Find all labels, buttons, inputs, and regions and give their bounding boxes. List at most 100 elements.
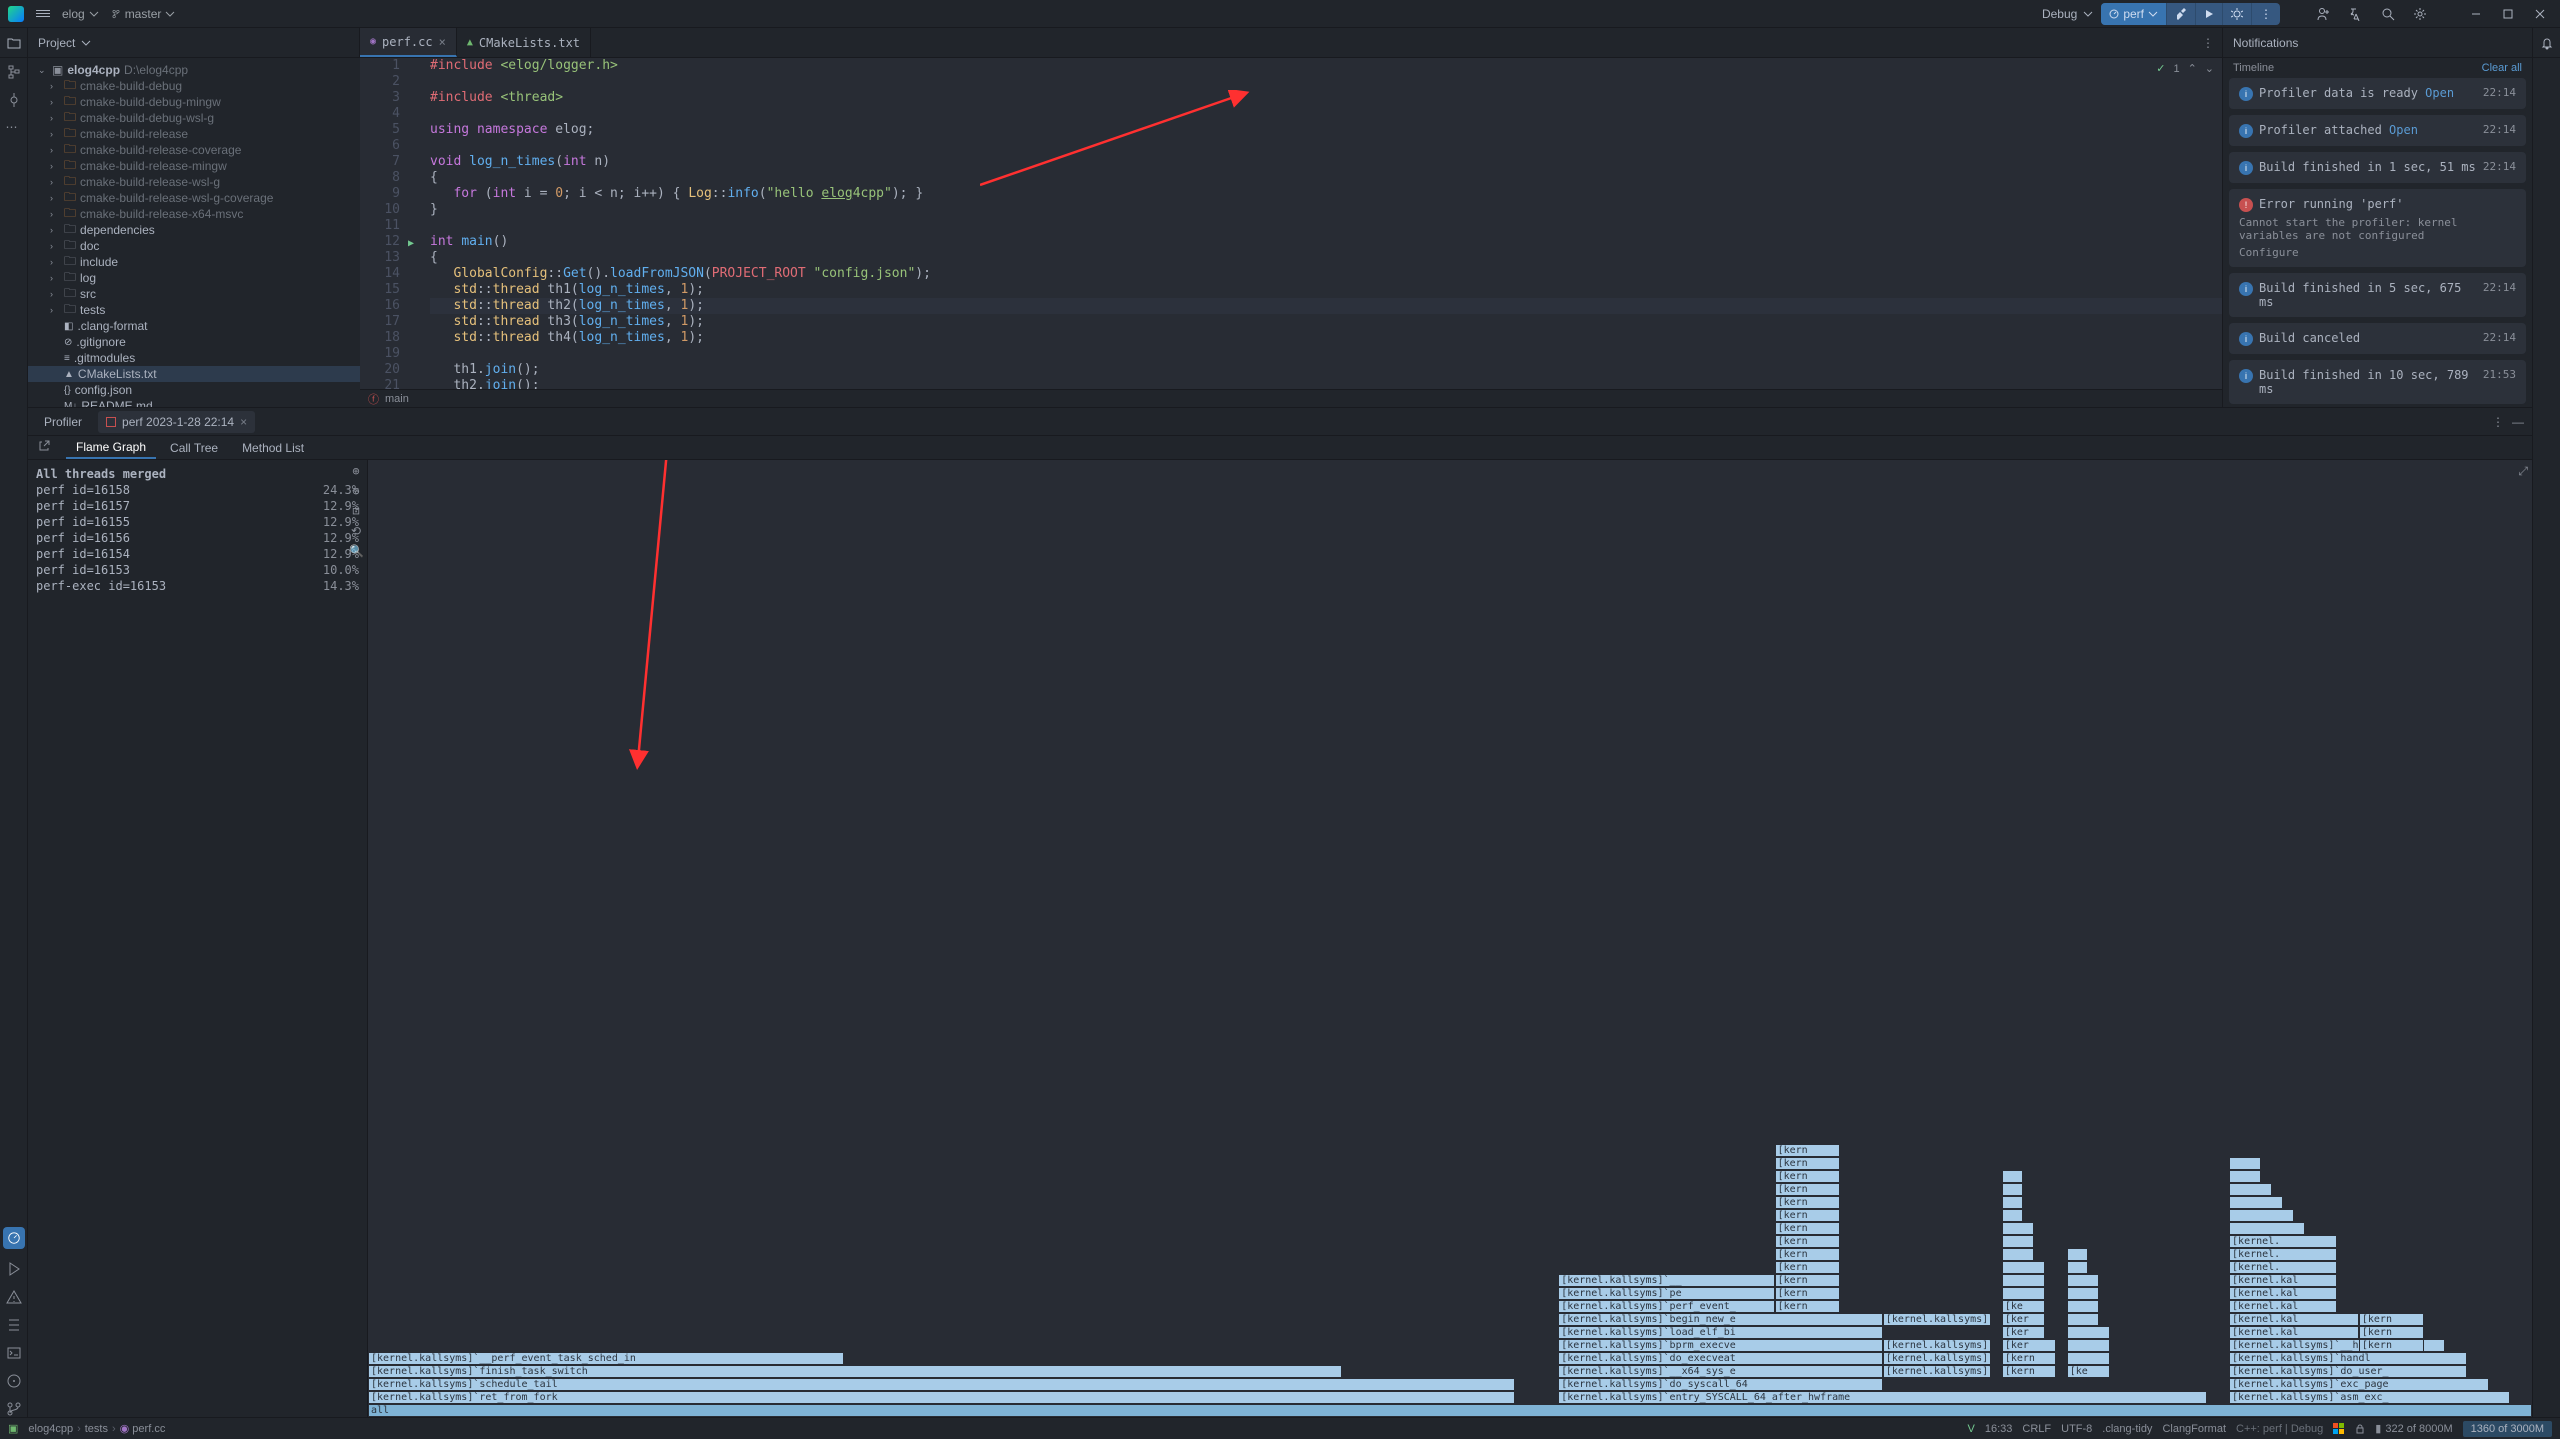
notification-link[interactable]: Open: [2425, 86, 2454, 100]
flame-frame[interactable]: [2067, 1287, 2099, 1300]
flame-frame[interactable]: [2002, 1261, 2045, 1274]
notification-link[interactable]: Open: [2389, 123, 2418, 137]
notification-item[interactable]: !Error running 'perf'Cannot start the pr…: [2229, 189, 2526, 267]
project-selector[interactable]: elog: [62, 7, 99, 21]
flame-frame[interactable]: [kern: [1775, 1222, 1840, 1235]
maximize-button[interactable]: [2496, 2, 2520, 26]
notification-item[interactable]: iProfiler data is ready Open22:14: [2229, 78, 2526, 109]
tree-row[interactable]: ›🗀include: [28, 254, 360, 270]
flame-frame[interactable]: [kernel.: [2229, 1261, 2337, 1274]
flame-frame[interactable]: [2002, 1170, 2024, 1183]
tree-row[interactable]: ≡.gitmodules: [28, 350, 360, 366]
tree-row[interactable]: ›🗀cmake-build-release-wsl-g-coverage: [28, 190, 360, 206]
notification-item[interactable]: iBuild finished in 10 sec, 789 ms21:53: [2229, 360, 2526, 404]
thread-row[interactable]: perf id=1615824.3%: [36, 482, 359, 498]
flame-frame[interactable]: [kernel.kallsyms]`pe: [1558, 1287, 1774, 1300]
close-icon[interactable]: ×: [240, 415, 247, 429]
tree-row[interactable]: ›🗀cmake-build-debug: [28, 78, 360, 94]
thread-row[interactable]: perf id=1615612.9%: [36, 530, 359, 546]
open-external-button[interactable]: [38, 440, 50, 455]
branch-selector[interactable]: master: [111, 7, 176, 21]
flame-frame[interactable]: [2229, 1196, 2283, 1209]
profiler-subtab[interactable]: Flame Graph: [66, 437, 156, 459]
flame-frame[interactable]: [2067, 1248, 2089, 1261]
flame-frame[interactable]: [2229, 1209, 2294, 1222]
flame-frame[interactable]: [kernel.kal: [2229, 1300, 2337, 1313]
problems-tool-button[interactable]: [6, 1289, 22, 1305]
code-with-me-button[interactable]: [2312, 2, 2336, 26]
flame-frame[interactable]: [2067, 1313, 2099, 1326]
flame-frame[interactable]: [2067, 1300, 2099, 1313]
notification-item[interactable]: iBuild finished in 1 sec, 51 ms22:14: [2229, 152, 2526, 183]
breadcrumb-seg[interactable]: tests: [85, 1423, 108, 1435]
clang-tidy-status[interactable]: .clang-tidy: [2102, 1423, 2152, 1435]
profiler-tab[interactable]: Profiler: [36, 411, 90, 433]
tree-row[interactable]: ›🗀cmake-build-release-coverage: [28, 142, 360, 158]
breadcrumb-seg[interactable]: elog4cpp: [28, 1423, 73, 1435]
flame-frame[interactable]: [ker: [2002, 1313, 2045, 1326]
flame-frame[interactable]: [kernel.kallsyms]`bprm_execve: [1558, 1339, 1883, 1352]
hide-panel-button[interactable]: —: [2512, 415, 2524, 429]
build-button[interactable]: [2167, 3, 2195, 25]
notification-item[interactable]: iBuild finished in 5 sec, 675 ms22:14: [2229, 273, 2526, 317]
breadcrumb-seg[interactable]: ◉ perf.cc: [120, 1422, 166, 1435]
tree-row[interactable]: {}config.json: [28, 382, 360, 398]
tree-row[interactable]: ›🗀doc: [28, 238, 360, 254]
code-editor[interactable]: ✓1 ⌃ ⌄ 123456789101112▶13141516171819202…: [360, 58, 2222, 407]
flame-frame[interactable]: [2002, 1235, 2034, 1248]
flame-frame[interactable]: [kernel.kallsyms]`entry_SYSCALL_64_after…: [1558, 1391, 2207, 1404]
tree-row[interactable]: ›🗀cmake-build-release-mingw: [28, 158, 360, 174]
tree-row[interactable]: ›🗀src: [28, 286, 360, 302]
line-separator[interactable]: CRLF: [2022, 1423, 2051, 1435]
tree-row[interactable]: ◧.clang-format: [28, 318, 360, 334]
thread-list[interactable]: All threads merged perf id=1615824.3% per…: [28, 460, 368, 1417]
close-button[interactable]: [2528, 2, 2552, 26]
project-view-selector[interactable]: Project: [28, 28, 360, 57]
flame-frame[interactable]: [2229, 1170, 2261, 1183]
commit-tool-button[interactable]: [6, 92, 22, 108]
reset-zoom-button[interactable]: ⟲: [349, 524, 363, 538]
flame-frame[interactable]: [kern: [1775, 1209, 1840, 1222]
notification-link[interactable]: Configure: [2239, 246, 2299, 259]
editor-tab[interactable]: ◉perf.cc×: [360, 28, 457, 57]
flame-frame[interactable]: [ke: [2067, 1365, 2110, 1378]
flame-frame[interactable]: [2067, 1339, 2110, 1352]
memory-indicator[interactable]: ▮322 of 8000M: [2375, 1422, 2452, 1435]
flame-frame[interactable]: [kernel.kal: [2229, 1313, 2359, 1326]
flame-frame[interactable]: [kernel.kallsyms]`handl: [2229, 1352, 2467, 1365]
flame-frame[interactable]: [2229, 1222, 2305, 1235]
remove-button[interactable]: ⊖: [349, 484, 363, 498]
debug-button[interactable]: [2223, 3, 2251, 25]
flame-frame[interactable]: [kernel.kallsyms]`do_user_: [2229, 1365, 2467, 1378]
flame-frame[interactable]: [kernel.kal: [2229, 1287, 2337, 1300]
thread-row[interactable]: perf-exec id=1615314.3%: [36, 578, 359, 594]
flame-frame[interactable]: [kern: [1775, 1196, 1840, 1209]
flame-frame[interactable]: [kern: [1775, 1144, 1840, 1157]
add-button[interactable]: ⊕: [349, 464, 363, 478]
tree-row[interactable]: ›🗀cmake-build-release: [28, 126, 360, 142]
flame-frame[interactable]: [kernel.kallsyms]`finish_task_switch: [368, 1365, 1342, 1378]
project-tree[interactable]: ⌄▣elog4cpp D:\elog4cpp›🗀cmake-build-debu…: [28, 58, 360, 407]
flame-frame[interactable]: [ke: [2002, 1300, 2045, 1313]
language-button[interactable]: [2344, 2, 2368, 26]
flame-frame[interactable]: [kern: [1775, 1274, 1840, 1287]
all-threads-label[interactable]: All threads merged: [36, 467, 166, 481]
flame-frame[interactable]: all: [368, 1404, 2532, 1417]
flame-frame[interactable]: [2002, 1274, 2045, 1287]
flame-frame[interactable]: [kernel.kallsyms]`fu: [1883, 1339, 1991, 1352]
flame-frame[interactable]: [kernel.kallsyms]`__perf_event_task_sche…: [368, 1352, 844, 1365]
thread-row[interactable]: perf id=1615512.9%: [36, 514, 359, 530]
run-tool-button[interactable]: [6, 1261, 22, 1277]
tree-row[interactable]: ▲CMakeLists.txt: [28, 366, 360, 382]
editor-content[interactable]: #include <elog/logger.h>#include <thread…: [410, 58, 2222, 389]
flame-frame[interactable]: [kernel.kallsyms]`do_execveat: [1558, 1352, 1883, 1365]
thread-row[interactable]: perf id=1615310.0%: [36, 562, 359, 578]
flame-frame[interactable]: [kernel.kallsyms]`exc_page: [2229, 1378, 2489, 1391]
tree-row[interactable]: ⌄▣elog4cpp D:\elog4cpp: [28, 62, 360, 78]
flame-frame[interactable]: [kern: [2359, 1339, 2424, 1352]
services-tool-button[interactable]: [6, 1373, 22, 1389]
flame-frame[interactable]: [kern: [2002, 1352, 2056, 1365]
flame-frame[interactable]: [2067, 1352, 2110, 1365]
tree-row[interactable]: ›🗀cmake-build-release-wsl-g: [28, 174, 360, 190]
tabs-more-button[interactable]: ⋮: [2194, 28, 2222, 57]
